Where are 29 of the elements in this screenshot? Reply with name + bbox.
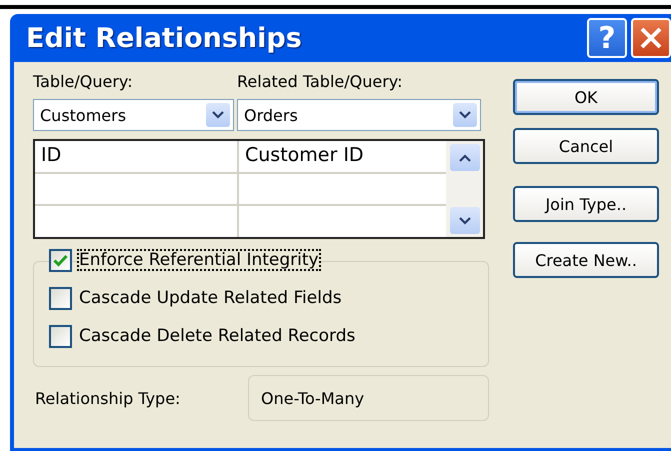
chevron-up-icon [458, 154, 470, 162]
help-button[interactable]: ? [587, 18, 627, 58]
relationship-type-label: Relationship Type: [34, 388, 182, 408]
checkbox-label[interactable]: Enforce Referential Integrity [78, 250, 320, 270]
relationship-type-value: One-To-Many [248, 375, 489, 421]
related-table-dropdown[interactable]: Orders [237, 99, 481, 131]
checkmark-icon [53, 254, 68, 266]
scroll-up-button[interactable] [450, 144, 480, 171]
grid-cell[interactable]: Customer ID [239, 141, 446, 172]
dialog-button[interactable]: Cancel [513, 128, 659, 164]
checkbox[interactable] [49, 286, 72, 310]
related-table-label: Related Table/Query: [237, 72, 402, 93]
close-icon [639, 26, 663, 50]
scroll-down-button[interactable] [450, 207, 480, 234]
chevron-down-icon [212, 111, 224, 119]
checkbox-label[interactable]: Cascade Update Related Fields [78, 288, 343, 308]
close-button[interactable] [631, 18, 671, 58]
chevron-down-icon [458, 216, 470, 224]
dialog-button[interactable]: Create New.. [513, 242, 659, 278]
table-dropdown[interactable]: Customers [33, 99, 234, 131]
dialog-button[interactable]: OK [513, 79, 659, 115]
window-title: Edit Relationships [26, 22, 303, 54]
chevron-down-icon [459, 111, 471, 119]
dialog-button[interactable]: Join Type.. [513, 186, 659, 222]
grid-cell[interactable]: ID [35, 141, 239, 172]
checkbox[interactable] [49, 248, 72, 272]
table-label: Table/Query: [33, 72, 134, 93]
scrollbar[interactable] [446, 141, 483, 237]
checkbox[interactable] [49, 324, 72, 348]
